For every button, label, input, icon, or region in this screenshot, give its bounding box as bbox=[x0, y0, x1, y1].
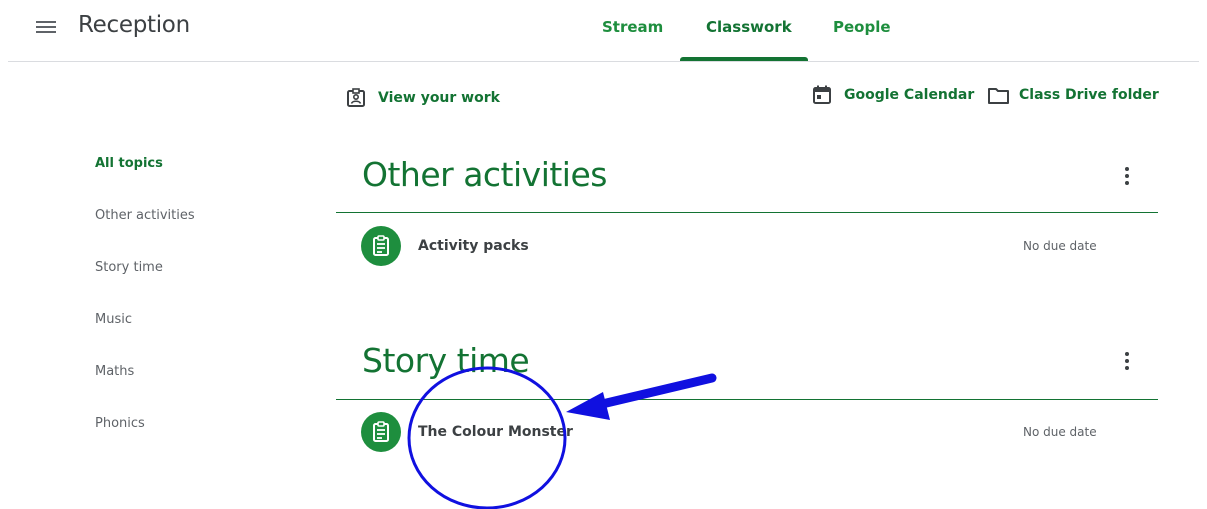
sidebar-item-maths[interactable]: Maths bbox=[95, 364, 134, 379]
due-date-label: No due date bbox=[1023, 425, 1097, 439]
folder-icon[interactable] bbox=[987, 86, 1011, 106]
section-divider bbox=[336, 212, 1158, 213]
top-app-bar: Reception Stream Classwork People bbox=[0, 0, 1207, 62]
sidebar-item-phonics[interactable]: Phonics bbox=[95, 416, 145, 431]
assignment-title-activity-packs[interactable]: Activity packs bbox=[418, 238, 529, 254]
section-title-other-activities: Other activities bbox=[362, 155, 607, 194]
main-menu-icon[interactable] bbox=[36, 18, 58, 36]
section-divider bbox=[336, 399, 1158, 400]
assignment-title-the-colour-monster[interactable]: The Colour Monster bbox=[418, 424, 573, 440]
tab-stream[interactable]: Stream bbox=[602, 18, 663, 36]
google-calendar-link[interactable]: Google Calendar bbox=[844, 87, 974, 103]
section-title-story-time: Story time bbox=[362, 341, 530, 380]
annotation-arrow-head bbox=[566, 392, 610, 420]
due-date-label: No due date bbox=[1023, 239, 1097, 253]
class-title[interactable]: Reception bbox=[78, 12, 190, 38]
header-divider bbox=[8, 61, 1199, 62]
assignment-icon bbox=[361, 412, 401, 452]
annotation-arrow-shaft bbox=[593, 373, 717, 410]
class-drive-folder-link[interactable]: Class Drive folder bbox=[1019, 87, 1159, 103]
tab-classwork[interactable]: Classwork bbox=[706, 18, 792, 36]
view-work-icon[interactable] bbox=[346, 88, 366, 108]
calendar-icon[interactable] bbox=[812, 85, 832, 105]
sidebar-item-all-topics[interactable]: All topics bbox=[95, 156, 163, 171]
view-your-work-link[interactable]: View your work bbox=[378, 90, 500, 106]
more-options-icon[interactable] bbox=[1118, 165, 1136, 187]
more-options-icon[interactable] bbox=[1118, 350, 1136, 372]
tab-people[interactable]: People bbox=[833, 18, 891, 36]
sidebar-item-other-activities[interactable]: Other activities bbox=[95, 208, 195, 223]
sidebar-item-music[interactable]: Music bbox=[95, 312, 132, 327]
sidebar-item-story-time[interactable]: Story time bbox=[95, 260, 163, 275]
assignment-icon bbox=[361, 226, 401, 266]
